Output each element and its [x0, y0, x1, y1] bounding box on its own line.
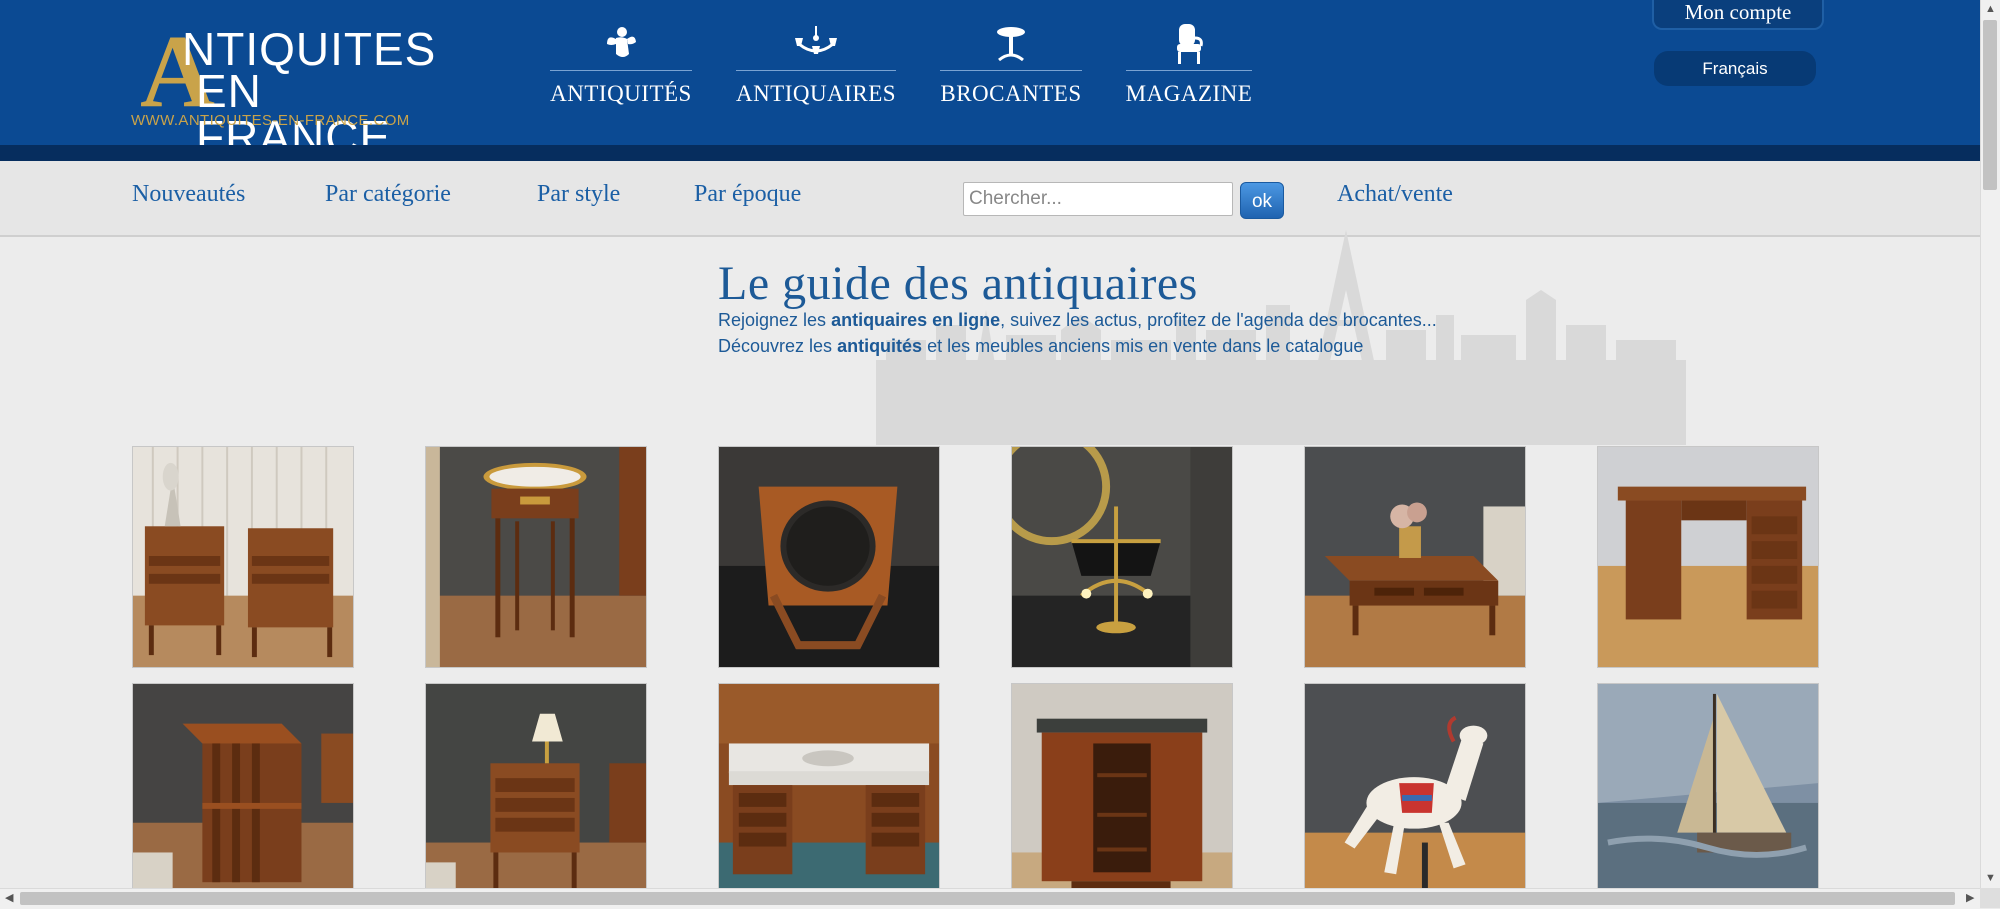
hero-intro-line-1: Rejoignez les antiquaires en ligne, suiv…: [718, 310, 1437, 331]
language-selector[interactable]: Français: [1654, 51, 1816, 86]
product-thumb-round-table[interactable]: [425, 446, 647, 668]
product-thumb-revolving-bookcase[interactable]: [132, 683, 354, 905]
nav-divider: [940, 70, 1082, 71]
search-input[interactable]: [963, 182, 1233, 216]
hero-text: et les meubles anciens mis en vente dans…: [922, 336, 1364, 356]
nav-brocantes[interactable]: BROCANTES: [940, 22, 1082, 112]
main-nav: ANTIQUITÉS ANTIQUAIRES BROCANTES MAGAZIN…: [550, 22, 1252, 112]
nav-label: ANTIQUITÉS: [550, 81, 692, 106]
hero-text: Découvrez les: [718, 336, 838, 356]
nav-antiquites[interactable]: ANTIQUITÉS: [550, 22, 692, 112]
hero-text: , suivez les actus, profitez de l'agenda…: [1000, 310, 1437, 330]
nav-label: MAGAZINE: [1125, 81, 1253, 106]
product-thumb-dressing-mirror[interactable]: [718, 446, 940, 668]
subnav-par-epoque[interactable]: Par époque: [694, 181, 801, 208]
product-thumb-carousel-horse[interactable]: [1304, 683, 1526, 905]
nav-divider: [736, 70, 896, 71]
subnav-nouveautes[interactable]: Nouveautés: [132, 181, 245, 208]
logo-url: WWW.ANTIQUITES-EN-FRANCE.COM: [131, 112, 410, 129]
hero-link-antiquaires-en-ligne[interactable]: antiquaires en ligne: [831, 310, 1000, 330]
angel-icon: [591, 22, 651, 66]
scroll-right-arrow-icon[interactable]: ▶: [1966, 892, 1974, 904]
nav-magazine[interactable]: MAGAZINE: [1126, 22, 1252, 112]
armchair-icon: [1159, 22, 1219, 66]
product-thumb-small-chest[interactable]: [425, 683, 647, 905]
nav-divider: [550, 70, 692, 71]
nav-antiquaires[interactable]: ANTIQUAIRES: [736, 22, 896, 112]
site-logo[interactable]: A NTIQUITES EN FRANCE WWW.ANTIQUITES-EN-…: [130, 20, 450, 161]
nav-label: BROCANTES: [940, 81, 1082, 106]
product-thumb-washstand[interactable]: [718, 683, 940, 905]
chandelier-icon: [786, 22, 846, 66]
horizontal-scroll-thumb[interactable]: [20, 892, 1955, 905]
site-header: A NTIQUITES EN FRANCE WWW.ANTIQUITES-EN-…: [0, 0, 1980, 161]
hero-intro-line-2: Découvrez les antiquités et les meubles …: [718, 336, 1363, 357]
product-thumb-pedestal-desk[interactable]: [1597, 446, 1819, 668]
account-label: Mon compte: [1684, 0, 1792, 24]
account-tab[interactable]: Mon compte: [1652, 0, 1824, 30]
nav-divider: [1126, 70, 1252, 71]
product-thumb-coffee-table[interactable]: [1304, 446, 1526, 668]
hero-text: Rejoignez les: [718, 310, 832, 330]
scroll-up-arrow-icon[interactable]: ▲: [1985, 3, 1996, 15]
nav-label: ANTIQUAIRES: [735, 81, 897, 106]
product-thumb-art-deco-cabinet[interactable]: [1011, 683, 1233, 905]
product-thumb-bouillotte-lamp[interactable]: [1011, 446, 1233, 668]
hero-link-antiquites[interactable]: antiquités: [837, 336, 922, 356]
product-thumb-sailboat-painting[interactable]: [1597, 683, 1819, 905]
vertical-scroll-thumb[interactable]: [1983, 20, 1997, 190]
scroll-down-arrow-icon[interactable]: ▼: [1985, 872, 1996, 884]
scroll-left-arrow-icon[interactable]: ◀: [5, 892, 13, 904]
subnav-achat-vente[interactable]: Achat/vente: [1337, 181, 1453, 208]
subnav-par-style[interactable]: Par style: [537, 181, 620, 208]
page-title: Le guide des antiquaires: [718, 257, 1198, 310]
pedestal-table-icon: [981, 22, 1041, 66]
search-button[interactable]: ok: [1240, 182, 1284, 219]
scrollbar-corner: [1980, 888, 2000, 908]
subnav-par-categorie[interactable]: Par catégorie: [325, 181, 451, 208]
product-thumb-bedside-tables[interactable]: [132, 446, 354, 668]
header-stripe: [0, 145, 1980, 161]
